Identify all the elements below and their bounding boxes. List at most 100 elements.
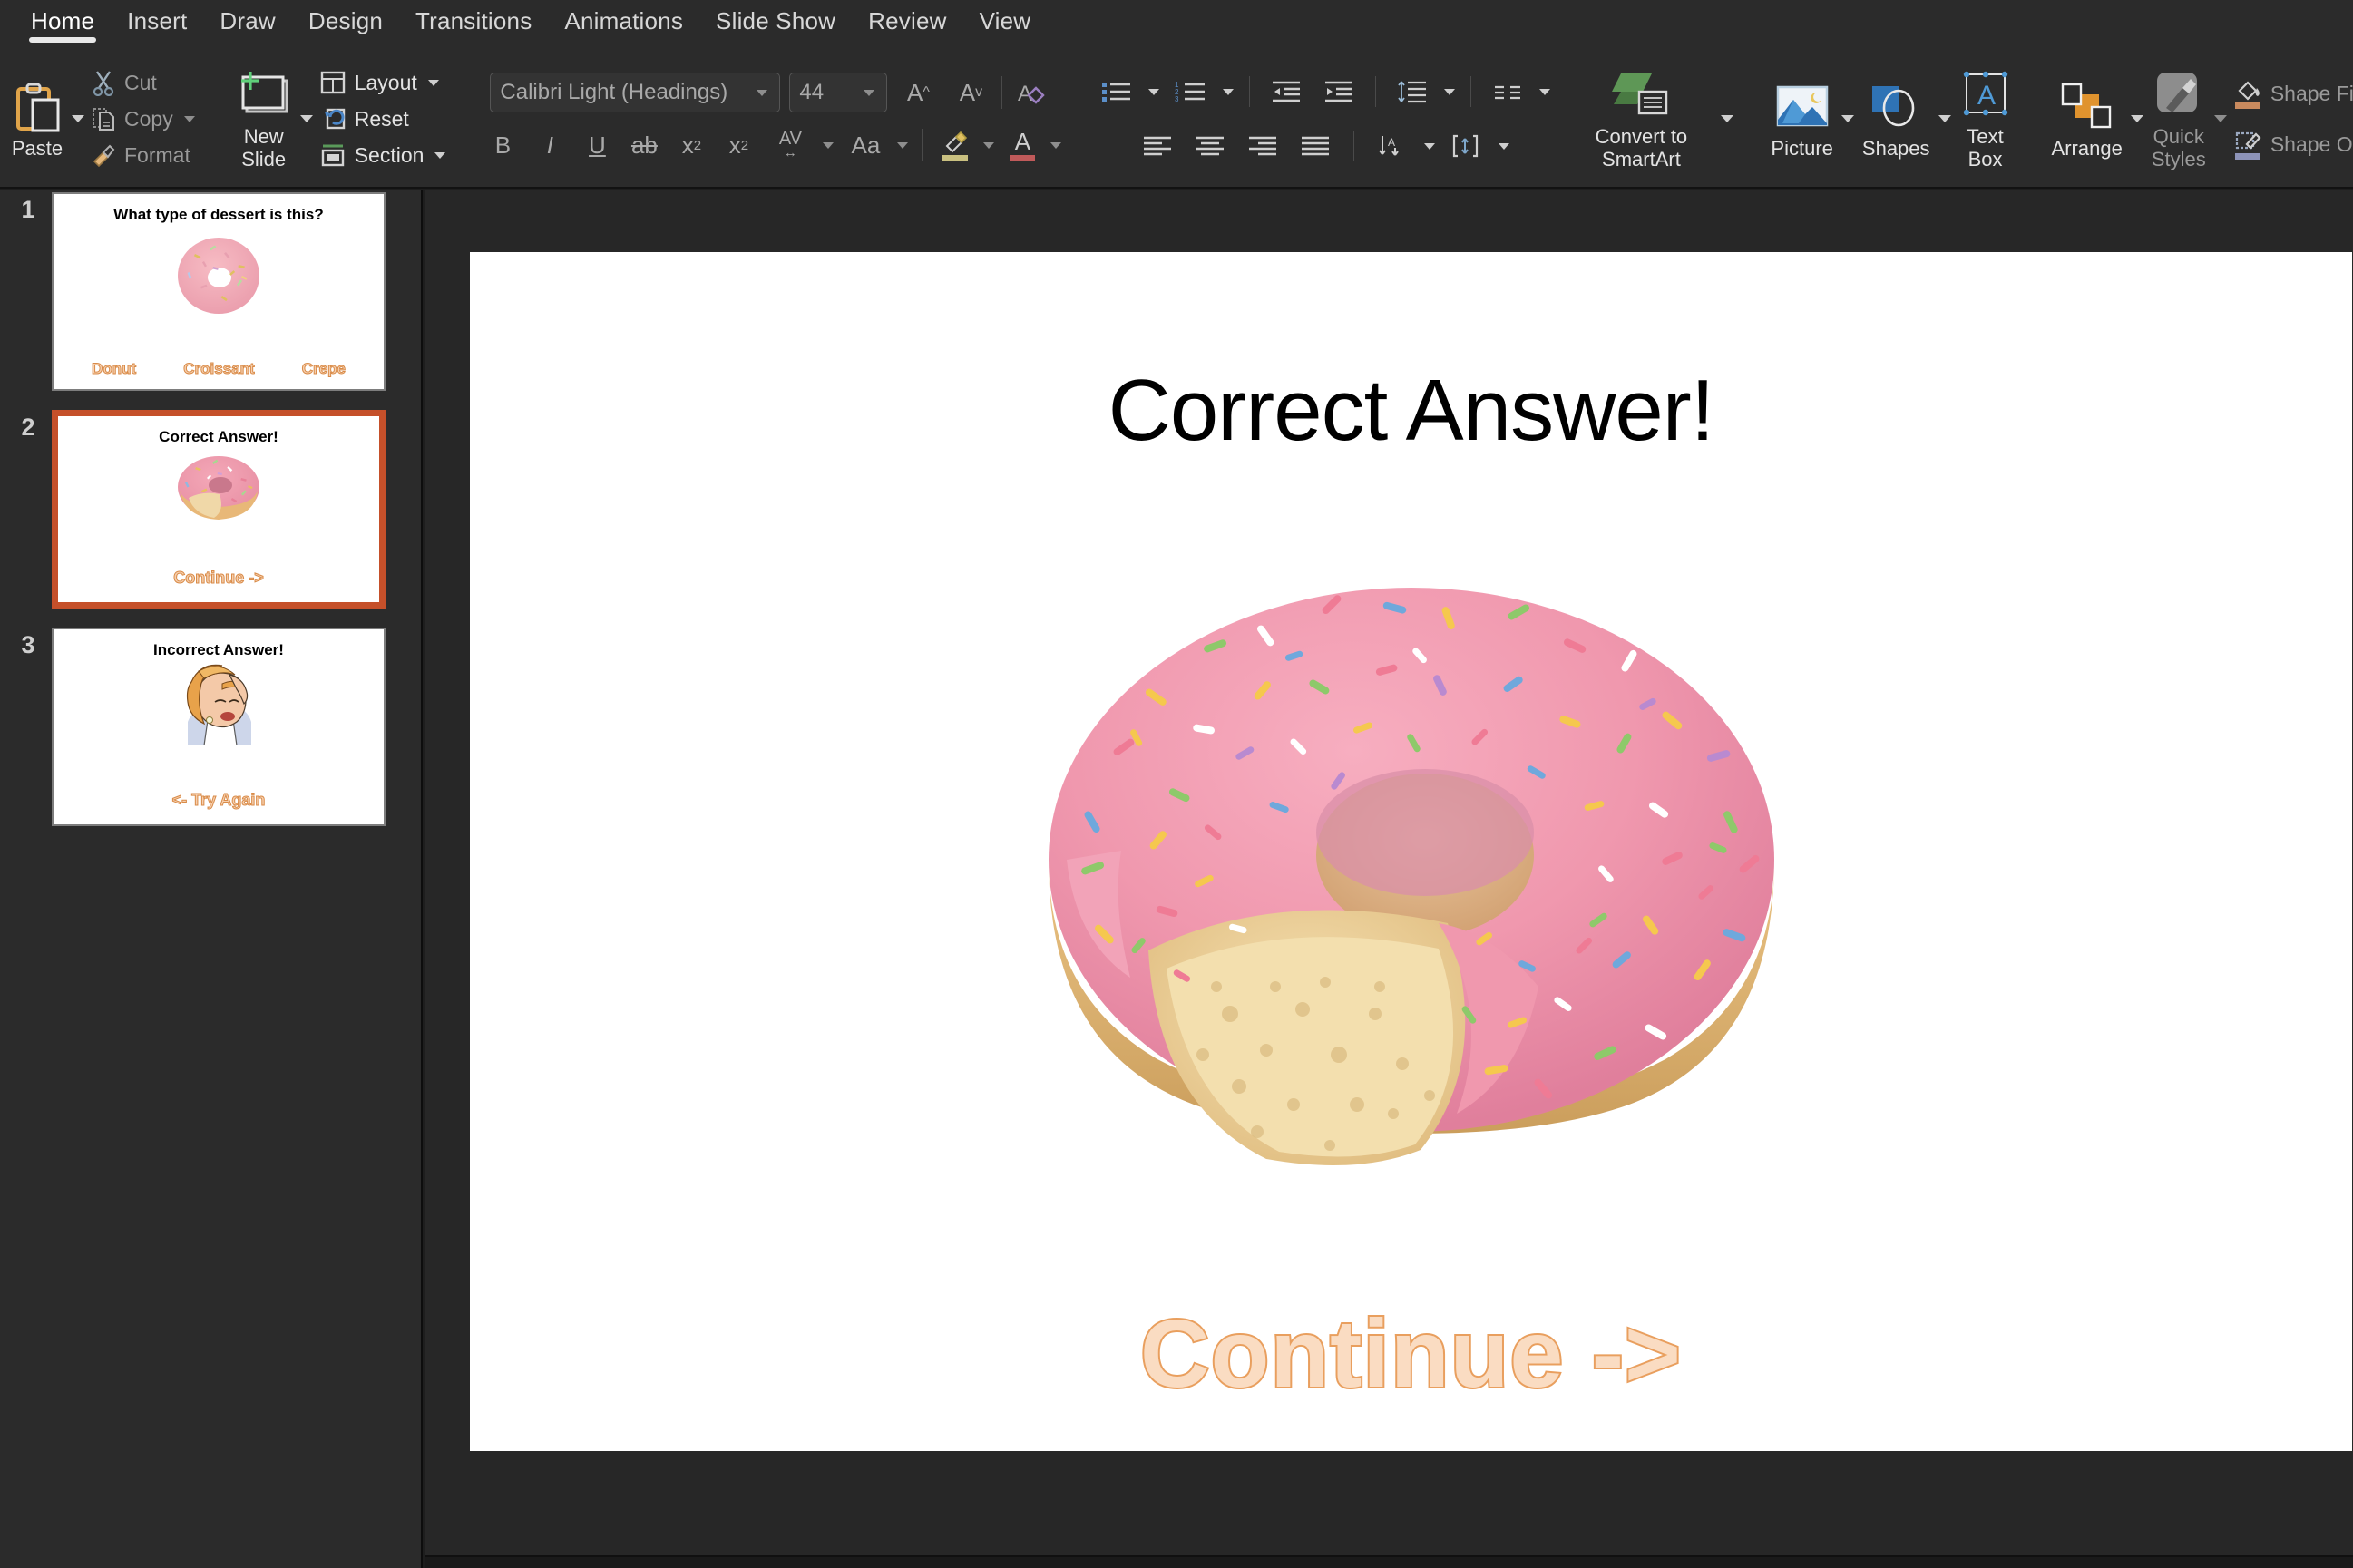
- underline-button[interactable]: U: [575, 124, 619, 166]
- align-center-button[interactable]: [1186, 125, 1234, 167]
- thumb-image-donut-bitten: [169, 451, 268, 539]
- tab-transitions[interactable]: Transitions: [399, 0, 548, 35]
- font-color-caret[interactable]: [1050, 141, 1062, 149]
- reset-button[interactable]: Reset: [316, 101, 453, 137]
- text-direction-button[interactable]: A: [1369, 125, 1416, 167]
- picture-button[interactable]: Picture: [1765, 61, 1838, 177]
- clear-formatting-button[interactable]: A: [1011, 72, 1055, 113]
- horizontal-scrollbar[interactable]: [425, 1555, 2353, 1568]
- numbering-button[interactable]: 1 2 3: [1167, 71, 1215, 112]
- font-family-select[interactable]: Calibri Light (Headings): [490, 73, 781, 112]
- layout-dropdown-caret[interactable]: [427, 79, 439, 86]
- align-text-caret[interactable]: [1499, 142, 1510, 150]
- char-spacing-caret[interactable]: [823, 141, 835, 149]
- tab-view[interactable]: View: [963, 0, 1048, 35]
- slide-thumbnail-2[interactable]: 2 Correct Answer! Continue ->: [0, 408, 423, 617]
- align-text-button[interactable]: [1443, 125, 1490, 167]
- picture-dropdown-caret[interactable]: [1840, 115, 1854, 122]
- numbering-caret[interactable]: [1223, 88, 1235, 95]
- shrink-font-button[interactable]: Av: [949, 72, 992, 113]
- slides-group: New Slide Layout Reset Section: [225, 51, 458, 187]
- character-spacing-button[interactable]: AV ↔: [764, 124, 816, 166]
- bullets-caret[interactable]: [1148, 88, 1160, 95]
- shapes-label: Shapes: [1861, 136, 1930, 160]
- columns-button[interactable]: [1484, 71, 1531, 112]
- slide-thumbnail-1[interactable]: 1 What type of dessert is this? Donut Cr…: [0, 190, 423, 399]
- arrange-dropdown-caret[interactable]: [2130, 115, 2143, 122]
- section-button[interactable]: Section: [316, 137, 453, 173]
- smartart-dropdown-caret[interactable]: [1721, 115, 1734, 122]
- highlight-color-caret[interactable]: [983, 141, 995, 149]
- align-right-button[interactable]: [1239, 125, 1286, 167]
- tab-slide-show[interactable]: Slide Show: [699, 0, 852, 35]
- quick-styles-caret[interactable]: [2213, 115, 2227, 122]
- shape-fill-button[interactable]: Shape Fill: [2230, 75, 2353, 112]
- shapes-button[interactable]: Shapes: [1857, 61, 1936, 177]
- copy-dropdown-caret[interactable]: [183, 115, 195, 122]
- strikethrough-button[interactable]: ab: [622, 124, 666, 166]
- line-spacing-caret[interactable]: [1444, 88, 1456, 95]
- tab-design[interactable]: Design: [292, 0, 399, 35]
- change-case-caret[interactable]: [897, 141, 909, 149]
- paste-label: Paste: [11, 136, 63, 160]
- bullets-button[interactable]: [1093, 71, 1140, 112]
- new-slide-dropdown-caret[interactable]: [299, 115, 313, 122]
- tab-insert[interactable]: Insert: [111, 0, 203, 35]
- italic-button[interactable]: I: [528, 124, 571, 166]
- convert-to-smartart-button[interactable]: Convert to SmartArt: [1564, 61, 1718, 177]
- text-direction-caret[interactable]: [1424, 142, 1436, 150]
- superscript-button[interactable]: x2: [669, 124, 713, 166]
- subscript-button[interactable]: x2: [717, 124, 760, 166]
- thumb-image-facepalm: [181, 664, 257, 750]
- change-case-button[interactable]: Aa: [840, 124, 891, 166]
- thumb-wordart-2: Continue ->: [173, 569, 265, 588]
- font-color-button[interactable]: A: [1001, 124, 1044, 166]
- shape-outline-button[interactable]: Shape Ou: [2230, 126, 2353, 162]
- thumb-title-2: Correct Answer!: [159, 428, 278, 445]
- slide-wordart-continue[interactable]: Continue ->: [470, 1299, 2352, 1409]
- slide-image-donut[interactable]: [1012, 560, 1811, 1200]
- section-dropdown-caret[interactable]: [434, 151, 446, 159]
- paragraph-row-bottom: A: [1134, 125, 1512, 167]
- format-painter-button[interactable]: Format: [87, 137, 201, 173]
- tab-draw[interactable]: Draw: [203, 0, 291, 35]
- numbered-list-icon: 1 2 3: [1175, 81, 1206, 103]
- slide-title-text[interactable]: Correct Answer!: [470, 361, 2352, 461]
- shapes-dropdown-caret[interactable]: [1938, 115, 1951, 122]
- quick-styles-button[interactable]: Quick Styles: [2146, 61, 2211, 177]
- paste-button[interactable]: Paste: [5, 61, 69, 177]
- arrange-button[interactable]: Arrange: [2046, 61, 2128, 177]
- shrink-font-label: A: [959, 78, 976, 106]
- copy-button[interactable]: Copy: [87, 101, 201, 137]
- thumbnail-frame-2[interactable]: Correct Answer! Continue ->: [52, 410, 386, 609]
- columns-caret[interactable]: [1539, 88, 1551, 95]
- tab-home[interactable]: Home: [15, 0, 111, 43]
- increase-indent-button[interactable]: [1315, 71, 1362, 112]
- new-slide-button[interactable]: New Slide: [230, 61, 298, 177]
- line-spacing-button[interactable]: [1389, 71, 1436, 112]
- grow-font-button[interactable]: A ^: [896, 72, 940, 113]
- bold-button[interactable]: B: [481, 124, 524, 166]
- justify-button[interactable]: [1292, 125, 1339, 167]
- slide-thumbnail-panel[interactable]: 1 What type of dessert is this? Donut Cr…: [0, 190, 423, 1568]
- thumb-option-crepe: Crepe: [301, 360, 346, 378]
- tab-animations[interactable]: Animations: [548, 0, 699, 35]
- align-text-icon: [1453, 134, 1479, 158]
- font-size-select[interactable]: 44: [789, 73, 888, 112]
- thumbnail-frame-3[interactable]: Incorrect Answer! <- Try Again: [52, 628, 386, 826]
- cut-button[interactable]: Cut: [87, 64, 201, 101]
- reset-icon: [319, 106, 347, 131]
- thumbnail-frame-1[interactable]: What type of dessert is this? Donut Croi…: [52, 192, 386, 391]
- tab-review[interactable]: Review: [852, 0, 962, 35]
- text-box-button[interactable]: A Text Box: [1954, 61, 2017, 177]
- new-slide-icon: [236, 66, 292, 122]
- slide-thumbnail-3[interactable]: 3 Incorrect Answer! <- Try Again: [0, 626, 423, 834]
- slide-canvas[interactable]: Correct Answer! Continue ->: [470, 252, 2352, 1451]
- decrease-indent-button[interactable]: [1263, 71, 1310, 112]
- slide-edit-area: Correct Answer! Continue ->: [425, 190, 2353, 1568]
- align-left-button[interactable]: [1134, 125, 1181, 167]
- paste-dropdown-caret[interactable]: [72, 115, 84, 122]
- layout-button[interactable]: Layout: [316, 64, 453, 101]
- paste-icon: [11, 78, 63, 134]
- highlight-color-button[interactable]: [933, 124, 977, 166]
